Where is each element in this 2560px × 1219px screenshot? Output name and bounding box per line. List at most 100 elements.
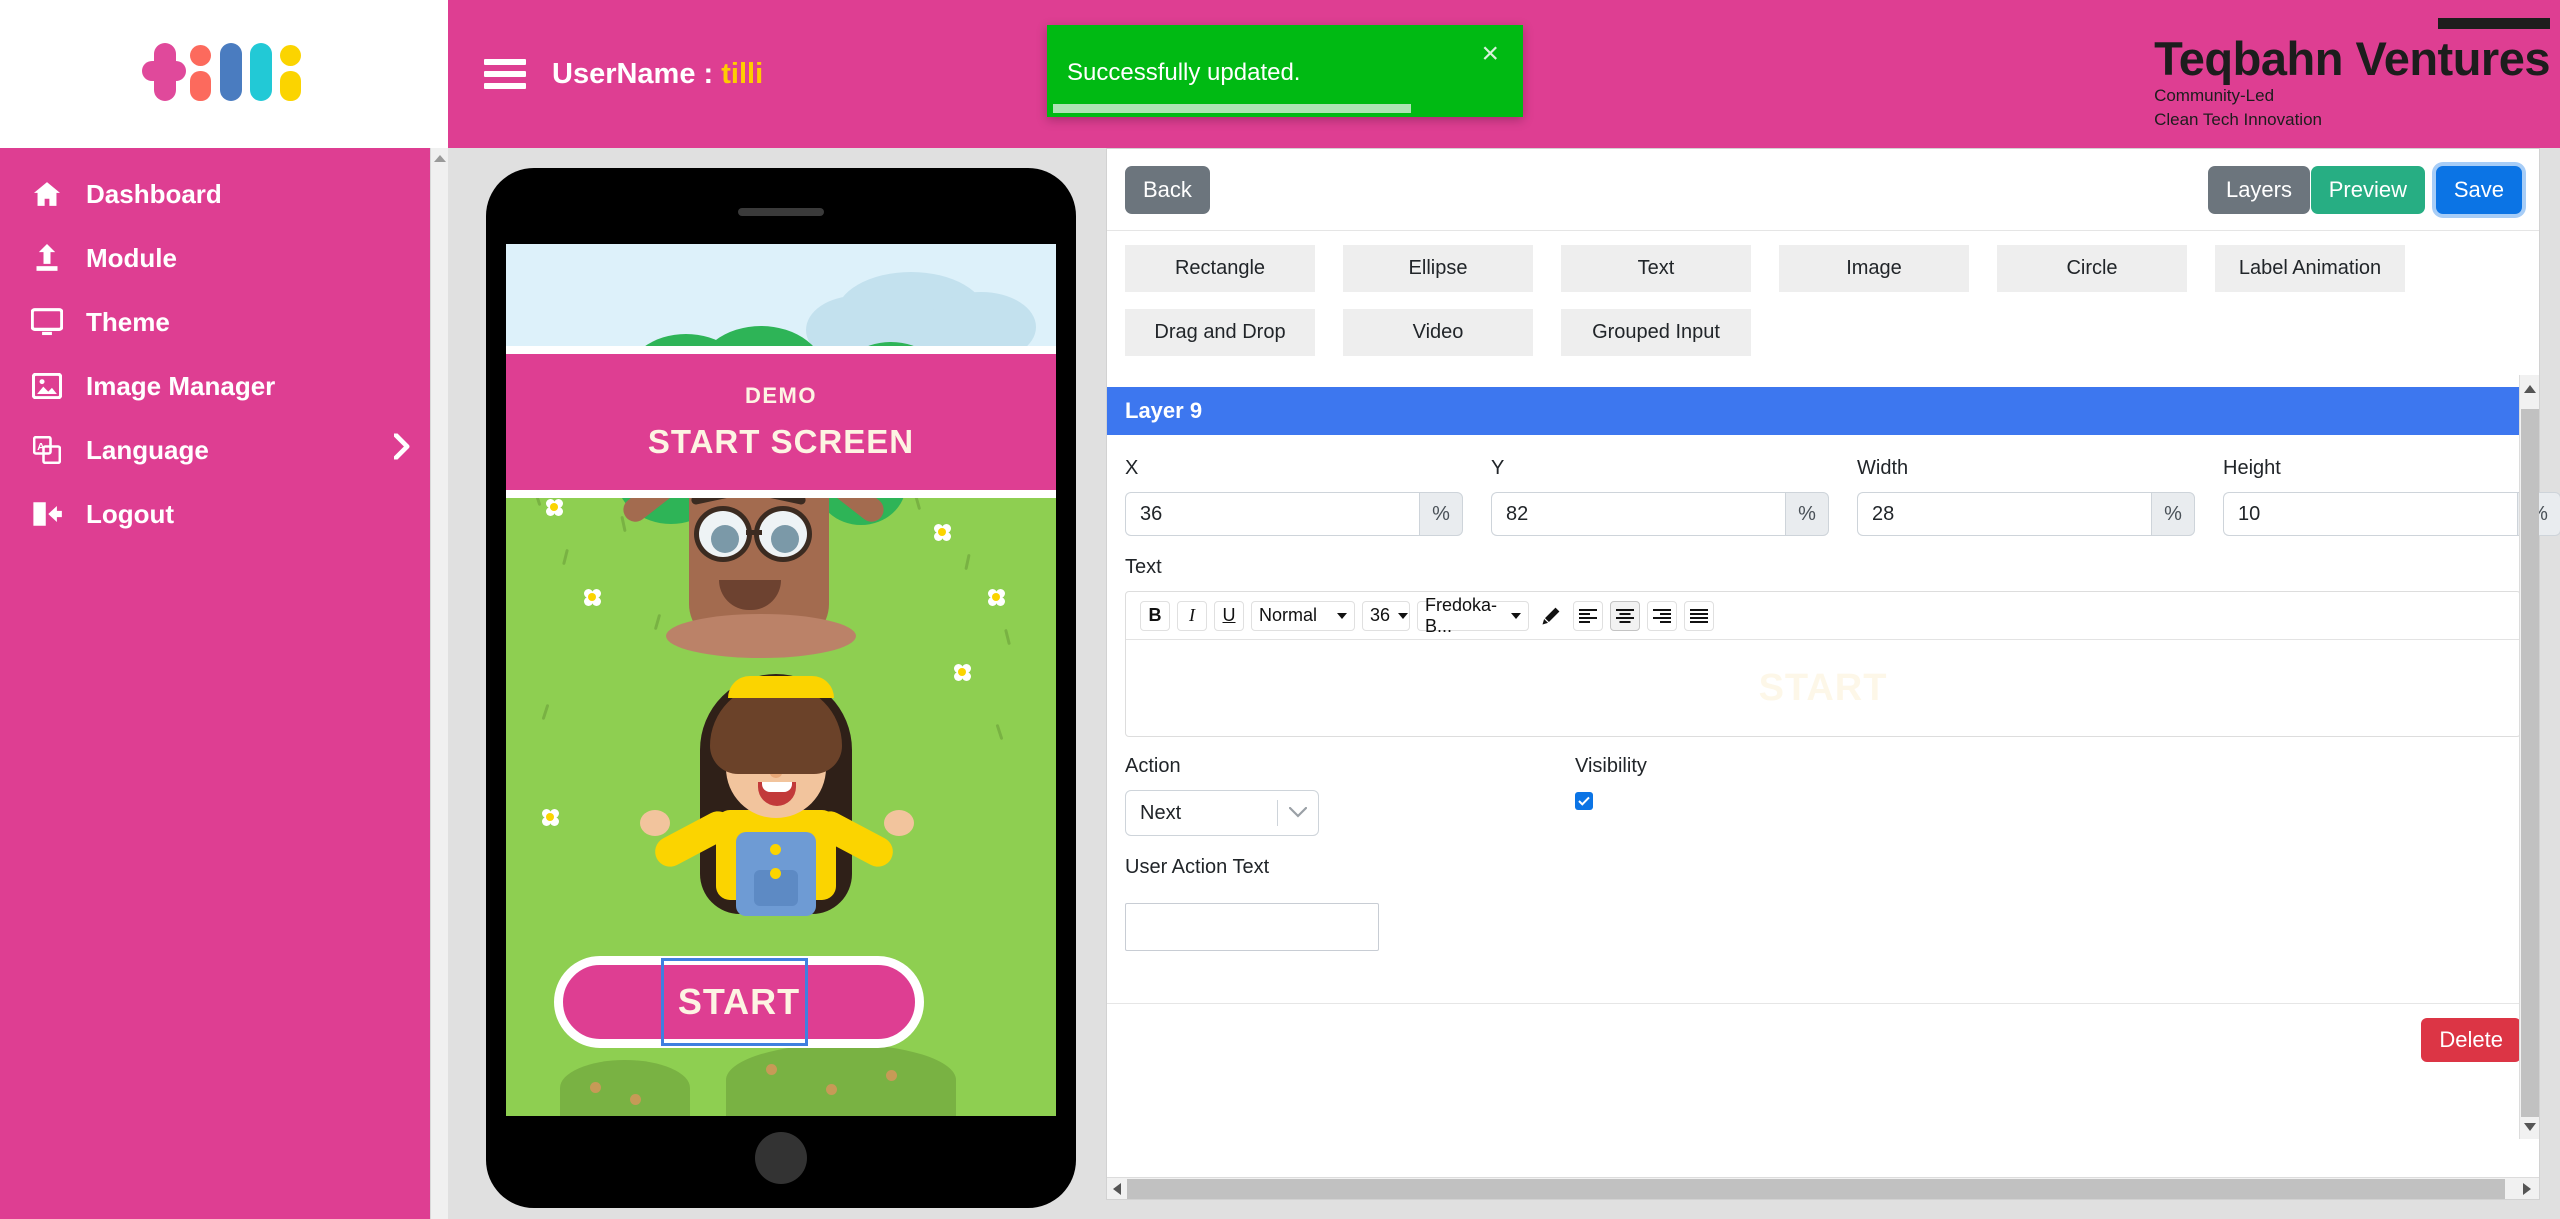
hamburger-icon[interactable] xyxy=(484,59,526,89)
grass-blade xyxy=(1004,628,1011,646)
shape-tool-text[interactable]: Text xyxy=(1561,245,1751,292)
logout-icon xyxy=(26,501,68,527)
scroll-left-arrow-icon[interactable] xyxy=(1113,1182,1121,1195)
sidebar-item-theme[interactable]: Theme xyxy=(0,290,448,354)
scroll-right-arrow-icon[interactable] xyxy=(2523,1182,2531,1195)
ground-mound xyxy=(560,1060,690,1116)
underline-button[interactable]: U xyxy=(1214,600,1244,631)
chevron-down-icon xyxy=(1337,612,1347,619)
save-button[interactable]: Save xyxy=(2435,166,2522,214)
banner-subtitle: START SCREEN xyxy=(647,423,915,460)
vertical-scroll-thumb[interactable] xyxy=(2521,409,2539,1117)
align-center-icon[interactable] xyxy=(1610,600,1640,631)
shape-tool-rectangle[interactable]: Rectangle xyxy=(1125,245,1315,292)
glasses-bridge xyxy=(746,530,762,535)
width-unit-label: % xyxy=(2151,492,2195,536)
shape-tool-label-animation[interactable]: Label Animation xyxy=(2215,245,2405,292)
phone-mockup: DEMO START SCREEN START xyxy=(486,168,1076,1208)
visibility-column: Visibility xyxy=(1575,755,1875,836)
layers-button[interactable]: Layers xyxy=(2207,166,2310,214)
tilli-logo-mark xyxy=(142,43,306,105)
flower-decoration xyxy=(584,589,601,606)
layer-header[interactable]: Layer 9 xyxy=(1107,387,2539,435)
horizontal-scroll-thumb[interactable] xyxy=(1127,1179,2505,1199)
girl-headband xyxy=(728,676,834,698)
logo-letter-i2 xyxy=(276,43,306,105)
ground-mound xyxy=(726,1044,956,1116)
sidebar-item-image-manager[interactable]: Image Manager xyxy=(0,354,448,418)
back-button[interactable]: Back xyxy=(1125,166,1210,214)
company-tagline-line2: Clean Tech Innovation xyxy=(2154,109,2322,129)
input-group-width: % xyxy=(1857,492,2195,536)
scroll-down-arrow-icon[interactable] xyxy=(2523,1123,2536,1131)
text-editor-section: Text B I U Normal 36 Fredoka-B... START xyxy=(1107,536,2539,737)
field-label-width: Width xyxy=(1857,457,1909,479)
align-right-icon[interactable] xyxy=(1647,600,1677,631)
scroll-up-arrow-icon[interactable] xyxy=(433,155,446,162)
bold-button[interactable]: B xyxy=(1140,600,1170,631)
paragraph-style-select[interactable]: Normal xyxy=(1251,600,1355,631)
shape-tool-ellipse[interactable]: Ellipse xyxy=(1343,245,1533,292)
text-color-pen-icon[interactable] xyxy=(1536,600,1566,631)
field-y: Y % xyxy=(1491,457,1829,536)
align-justify-icon[interactable] xyxy=(1684,600,1714,631)
width-input[interactable] xyxy=(1857,492,2151,536)
field-label-y: Y xyxy=(1491,457,1505,479)
height-input[interactable] xyxy=(2223,492,2517,536)
editor-horizontal-scrollbar[interactable] xyxy=(1107,1177,2539,1199)
shape-tool-circle[interactable]: Circle xyxy=(1997,245,2187,292)
font-size-select[interactable]: 36 xyxy=(1362,600,1410,631)
delete-button[interactable]: Delete xyxy=(2421,1018,2521,1062)
demo-banner[interactable]: DEMO START SCREEN xyxy=(506,346,1056,498)
scroll-up-arrow-icon[interactable] xyxy=(2523,385,2536,393)
rte-text-content: START xyxy=(1758,666,1888,709)
sidebar-item-module[interactable]: Module xyxy=(0,226,448,290)
align-left-icon[interactable] xyxy=(1573,600,1603,631)
font-size-value: 36 xyxy=(1370,605,1391,625)
geometry-fields: X % Y % Width xyxy=(1107,435,2560,536)
grass-blade xyxy=(964,553,971,571)
input-group-height: % xyxy=(2223,492,2560,536)
shape-tool-grouped-input[interactable]: Grouped Input xyxy=(1561,309,1751,356)
girl-character xyxy=(640,674,914,954)
username-value: tilli xyxy=(721,57,764,90)
font-family-select[interactable]: Fredoka-B... xyxy=(1417,595,1529,636)
shape-tool-drag-and-drop[interactable]: Drag and Drop xyxy=(1125,309,1315,356)
font-family-value: Fredoka-B... xyxy=(1425,594,1498,636)
chevron-down-icon xyxy=(1398,612,1409,619)
workspace: DEMO START SCREEN START Back Layers Prev… xyxy=(448,148,2560,1219)
preview-button[interactable]: Preview xyxy=(2310,166,2425,214)
shape-tool-image[interactable]: Image xyxy=(1779,245,1969,292)
x-input[interactable] xyxy=(1125,492,1419,536)
layer-selection-outline[interactable] xyxy=(661,958,808,1046)
app-logo xyxy=(0,0,448,148)
sidebar-item-dashboard[interactable]: Dashboard xyxy=(0,162,448,226)
y-unit-label: % xyxy=(1785,492,1829,536)
sidebar-scrollbar[interactable] xyxy=(430,148,448,1219)
phone-speaker xyxy=(738,208,824,216)
tree-eye-right xyxy=(754,506,812,562)
sidebar-item-label: Module xyxy=(86,242,177,273)
phone-screen[interactable]: DEMO START SCREEN START xyxy=(506,244,1056,1116)
sidebar-item-label: Theme xyxy=(86,306,170,337)
sidebar-item-label: Image Manager xyxy=(86,370,276,401)
logo-letter-l1 xyxy=(216,43,246,105)
input-group-y: % xyxy=(1491,492,1829,536)
rte-content-area[interactable]: START xyxy=(1126,640,2520,736)
grass-blade xyxy=(653,613,662,631)
brand-accent-bar xyxy=(2438,18,2550,29)
action-select[interactable]: Next xyxy=(1125,790,1319,836)
username-label: UserName : xyxy=(552,57,722,90)
italic-button[interactable]: I xyxy=(1177,600,1207,631)
visibility-checkbox[interactable] xyxy=(1575,792,1593,810)
editor-vertical-scrollbar[interactable] xyxy=(2519,375,2539,1139)
user-action-text-input[interactable] xyxy=(1125,903,1379,951)
y-input[interactable] xyxy=(1491,492,1785,536)
sidebar-item-logout[interactable]: Logout xyxy=(0,482,448,546)
flower-decoration xyxy=(542,809,559,826)
shape-tool-row: Drag and Drop Video Grouped Input xyxy=(1125,309,2539,356)
sidebar-item-language[interactable]: A Language xyxy=(0,418,448,482)
close-icon[interactable]: × xyxy=(1481,39,1499,69)
sidebar-item-label: Dashboard xyxy=(86,178,222,209)
shape-tool-video[interactable]: Video xyxy=(1343,309,1533,356)
